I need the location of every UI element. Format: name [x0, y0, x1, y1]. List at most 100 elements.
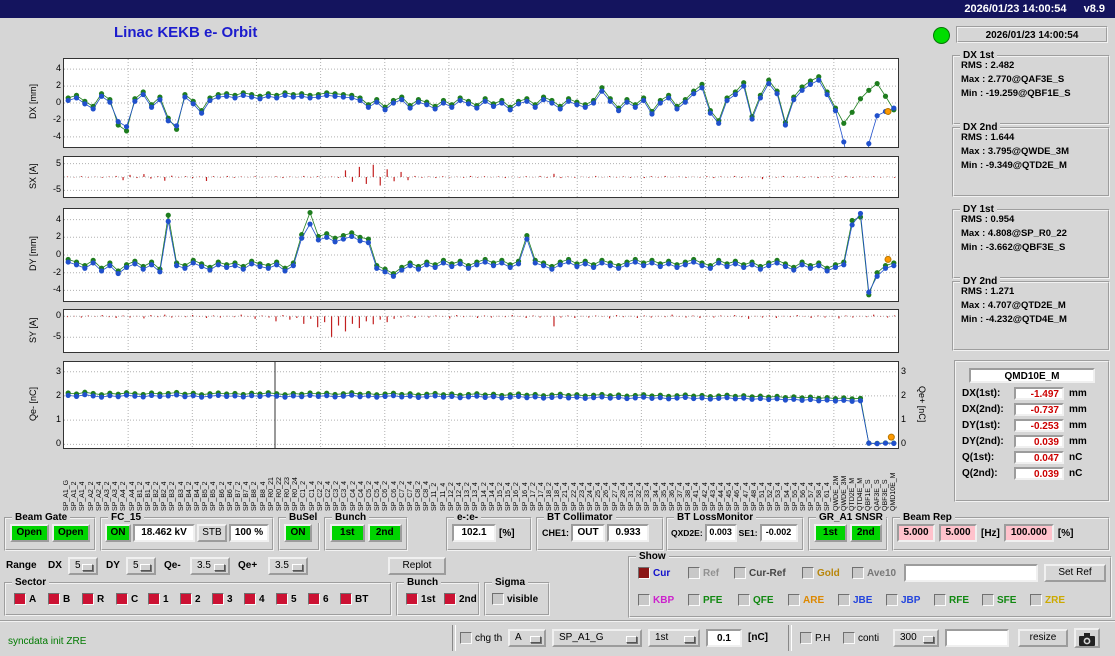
- show-qfe-checkbox-box[interactable]: [738, 594, 750, 606]
- sector-checkbox-bt[interactable]: BT: [340, 593, 368, 605]
- sigma-visible-checkbox[interactable]: visible: [492, 593, 538, 605]
- show-kbp-checkbox-box[interactable]: [638, 594, 650, 606]
- show-are-checkbox[interactable]: ARE: [788, 594, 824, 606]
- threshold-input[interactable]: [706, 629, 742, 647]
- interval-dropdown[interactable]: 300: [893, 629, 939, 647]
- bunch-1st-button[interactable]: 1st: [330, 524, 365, 542]
- show-ref-checkbox[interactable]: Ref: [688, 567, 719, 579]
- sector-checkbox-6[interactable]: 6: [308, 593, 329, 605]
- gr-a1-1st-button[interactable]: 1st: [814, 524, 847, 542]
- sigma-visible-checkbox-box[interactable]: [492, 593, 504, 605]
- ph-checkbox-box[interactable]: [800, 632, 812, 644]
- show-cur-ref-checkbox[interactable]: Cur-Ref: [734, 567, 786, 579]
- sector-checkbox-2-box[interactable]: [180, 593, 192, 605]
- bunch-top-title: Bunch: [332, 512, 370, 523]
- range-qe-minus-dropdown[interactable]: 3.5: [190, 557, 230, 575]
- show-gold-checkbox[interactable]: Gold: [802, 567, 840, 579]
- dy-chart[interactable]: [63, 208, 899, 302]
- replot-button[interactable]: Replot: [388, 557, 446, 575]
- resize-button[interactable]: resize: [1018, 629, 1068, 647]
- sector-checkbox-c-box[interactable]: [116, 593, 128, 605]
- snapshot-button[interactable]: [1074, 628, 1100, 648]
- bpm-label: SP_B8_2: [251, 481, 259, 511]
- fc15-pct-readout: 100 %: [229, 524, 269, 542]
- sector-checkbox-5[interactable]: 5: [276, 593, 297, 605]
- sector-checkbox-4-box[interactable]: [244, 593, 256, 605]
- show-gold-checkbox-box[interactable]: [802, 567, 814, 579]
- show-pfe-checkbox[interactable]: PFE: [688, 594, 722, 606]
- beam-gate-open-button-2[interactable]: Open: [51, 524, 90, 542]
- sector-select-dropdown[interactable]: A: [508, 629, 546, 647]
- sector-checkbox-r-box[interactable]: [82, 593, 94, 605]
- dx-chart[interactable]: [63, 58, 899, 148]
- chg-th-checkbox[interactable]: chg th: [460, 632, 502, 644]
- show-sfe-checkbox-box[interactable]: [982, 594, 994, 606]
- bunch-checkbox-2nd-box[interactable]: [444, 593, 456, 605]
- sy-chart[interactable]: [63, 309, 899, 353]
- sector-checkbox-a[interactable]: A: [14, 593, 36, 605]
- busel-on-button[interactable]: ON: [284, 524, 312, 542]
- gr-a1-2nd-button[interactable]: 2nd: [849, 524, 882, 542]
- show-cur-checkbox[interactable]: Cur: [638, 567, 670, 579]
- show-rfe-checkbox[interactable]: RFE: [934, 594, 969, 606]
- sector-checkbox-3[interactable]: 3: [212, 593, 233, 605]
- dx-ytick: 4: [55, 63, 61, 74]
- show-jbp-checkbox-box[interactable]: [886, 594, 898, 606]
- sector-checkbox-5-box[interactable]: [276, 593, 288, 605]
- show-cur-ref-checkbox-box[interactable]: [734, 567, 746, 579]
- ph-checkbox[interactable]: P.H: [800, 632, 830, 644]
- bunch-checkbox-1st-box[interactable]: [406, 593, 418, 605]
- bpm-label: QAF3E_S: [873, 479, 881, 511]
- show-rfe-checkbox-box[interactable]: [934, 594, 946, 606]
- sector-checkbox-1-box[interactable]: [148, 593, 160, 605]
- dy-ytick: 2: [55, 231, 61, 242]
- show-jbe-checkbox-box[interactable]: [838, 594, 850, 606]
- show-are-checkbox-box[interactable]: [788, 594, 800, 606]
- sector-checkbox-r[interactable]: R: [82, 593, 104, 605]
- sector-checkbox-b-box[interactable]: [48, 593, 60, 605]
- show-zre-checkbox-box[interactable]: [1030, 594, 1042, 606]
- bunch-2nd-button[interactable]: 2nd: [367, 524, 402, 542]
- show-kbp-checkbox[interactable]: KBP: [638, 594, 674, 606]
- fc15-on-button[interactable]: ON: [105, 524, 131, 542]
- show-sfe-checkbox[interactable]: SFE: [982, 594, 1016, 606]
- bpm-label: QTD2E_M: [849, 477, 856, 511]
- bpm-label: SP_C3_4: [341, 481, 349, 511]
- conti-checkbox-box[interactable]: [843, 632, 855, 644]
- show-cur-checkbox-box[interactable]: [638, 567, 650, 579]
- set-ref-button[interactable]: Set Ref: [1044, 564, 1106, 582]
- show-ave10-checkbox[interactable]: Ave10: [852, 567, 896, 579]
- sector-checkbox-b[interactable]: B: [48, 593, 70, 605]
- show-zre-checkbox[interactable]: ZRE: [1030, 594, 1065, 606]
- sector-checkbox-3-box[interactable]: [212, 593, 224, 605]
- show-pfe-checkbox-box[interactable]: [688, 594, 700, 606]
- range-dy-dropdown[interactable]: 5: [126, 557, 156, 575]
- count-input[interactable]: [945, 629, 1009, 647]
- bunch-checkbox-1st[interactable]: 1st: [406, 593, 435, 605]
- sector-checkbox-c[interactable]: C: [116, 593, 138, 605]
- show-jbp-checkbox[interactable]: JBP: [886, 594, 920, 606]
- sector-checkbox-a-box[interactable]: [14, 593, 26, 605]
- range-qe-plus-dropdown[interactable]: 3.5: [268, 557, 308, 575]
- beam-gate-open-button-1[interactable]: Open: [10, 524, 49, 542]
- show-jbe-checkbox[interactable]: JBE: [838, 594, 872, 606]
- sector-checkbox-2[interactable]: 2: [180, 593, 201, 605]
- ref-file-input[interactable]: [904, 564, 1038, 582]
- bpm-label: SP_35_4: [660, 482, 668, 511]
- bunch-checkbox-2nd[interactable]: 2nd: [444, 593, 477, 605]
- bpm-select-dropdown[interactable]: SP_A1_G: [552, 629, 642, 647]
- sector-checkbox-1[interactable]: 1: [148, 593, 169, 605]
- sector-checkbox-4[interactable]: 4: [244, 593, 265, 605]
- qe-chart[interactable]: [63, 361, 899, 449]
- chg-th-checkbox-box[interactable]: [460, 632, 472, 644]
- show-ref-checkbox-box[interactable]: [688, 567, 700, 579]
- show-ave10-checkbox-box[interactable]: [852, 567, 864, 579]
- bunch-select-dropdown[interactable]: 1st: [648, 629, 700, 647]
- sector-checkbox-6-box[interactable]: [308, 593, 320, 605]
- fc15-stb-button[interactable]: STB: [197, 524, 227, 542]
- sector-checkbox-bt-box[interactable]: [340, 593, 352, 605]
- sx-chart[interactable]: [63, 156, 899, 198]
- range-dx-dropdown[interactable]: 5: [68, 557, 98, 575]
- conti-checkbox[interactable]: conti: [843, 632, 879, 644]
- show-qfe-checkbox[interactable]: QFE: [738, 594, 774, 606]
